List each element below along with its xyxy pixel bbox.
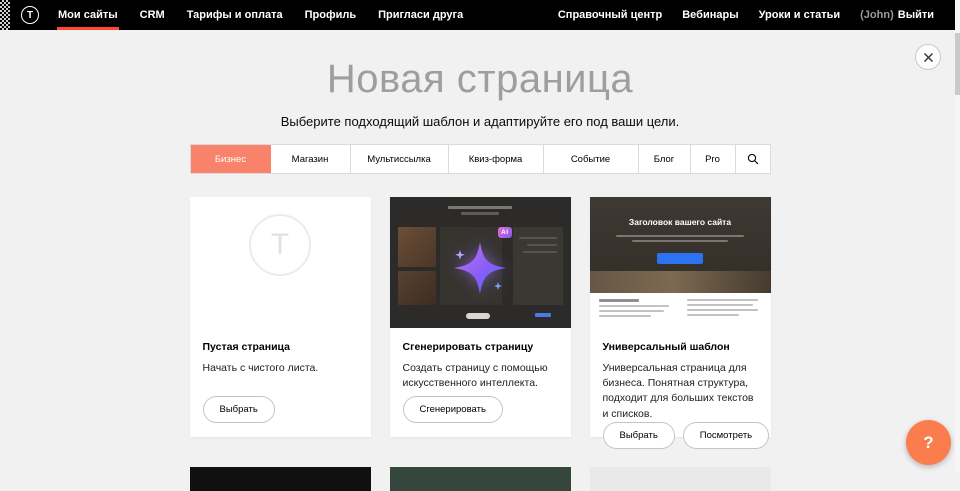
template-thumbnail-partial[interactable] xyxy=(190,467,371,491)
nav-item-crm[interactable]: CRM xyxy=(129,0,176,30)
tilda-logo-icon: T xyxy=(21,6,39,24)
tab-quiz-form[interactable]: Квиз-форма xyxy=(449,145,544,173)
tab-business[interactable]: Бизнес xyxy=(191,145,271,173)
ai-generate-thumbnail[interactable]: AI xyxy=(390,197,571,328)
nav-item-invite-friend[interactable]: Пригласи друга xyxy=(367,0,474,30)
nav-item-webinars[interactable]: Вебинары xyxy=(672,0,748,30)
template-preview-heading: Заголовок вашего сайта xyxy=(590,217,771,227)
page-title: Новая страница xyxy=(0,56,960,102)
template-thumbnail-partial[interactable] xyxy=(390,467,571,491)
collage-text-bar xyxy=(448,206,512,209)
card-actions: Сгенерировать xyxy=(403,396,558,423)
card-description: Универсальная страница для бизнеса. Поня… xyxy=(603,361,758,422)
generate-button[interactable]: Сгенерировать xyxy=(403,396,503,423)
nav-item-tariffs[interactable]: Тарифы и оплата xyxy=(176,0,294,30)
close-button[interactable] xyxy=(915,44,941,70)
page-subtitle: Выберите подходящий шаблон и адаптируйте… xyxy=(0,114,960,129)
preview-text-column xyxy=(599,299,674,322)
nav-item-help-center[interactable]: Справочный центр xyxy=(548,0,672,30)
tab-blog[interactable]: Блог xyxy=(639,145,691,173)
tab-event[interactable]: Событие xyxy=(544,145,639,173)
tilda-watermark-icon: T xyxy=(249,214,311,276)
question-icon: ? xyxy=(923,433,933,453)
search-icon xyxy=(747,153,759,165)
template-cards-row: T Пустая страница Начать с чистого листа… xyxy=(190,197,771,437)
collage-photo xyxy=(398,227,436,267)
choose-blank-button[interactable]: Выбрать xyxy=(203,396,275,423)
template-cards-row-2 xyxy=(190,467,771,491)
collage-line xyxy=(519,237,557,239)
card-title: Сгенерировать страницу xyxy=(403,341,558,353)
card-blank-page: T Пустая страница Начать с чистого листа… xyxy=(190,197,371,437)
nav-item-profile[interactable]: Профиль xyxy=(294,0,367,30)
scrollbar-thumb[interactable] xyxy=(955,33,960,95)
collage-line xyxy=(527,244,557,246)
collage-line xyxy=(523,251,557,253)
preview-cta-button xyxy=(657,253,703,264)
card-actions: Выбрать Посмотреть xyxy=(603,422,758,449)
card-description: Начать с чистого листа. xyxy=(203,361,358,376)
nav-item-lessons[interactable]: Уроки и статьи xyxy=(749,0,851,30)
template-category-tabs: Бизнес Магазин Мультиссылка Квиз-форма С… xyxy=(190,144,771,174)
tab-search[interactable] xyxy=(736,145,770,173)
tilda-logo[interactable]: T xyxy=(21,0,39,30)
preview-text-line xyxy=(632,240,728,242)
top-navbar: T Мои сайты CRM Тарифы и оплата Профиль … xyxy=(0,0,960,30)
collage-blue-bar xyxy=(535,313,551,317)
preview-photo-band xyxy=(590,271,771,293)
template-preview-text-section xyxy=(590,293,771,328)
card-title: Универсальный шаблон xyxy=(603,341,758,353)
universal-template-thumbnail[interactable]: Заголовок вашего сайта xyxy=(590,197,771,328)
nav-item-logout[interactable]: (John) Выйти xyxy=(850,0,944,30)
collage-button-shape xyxy=(466,313,490,319)
scrollbar-track[interactable] xyxy=(955,0,960,472)
corner-pattern xyxy=(0,0,10,30)
blank-page-thumbnail[interactable]: T xyxy=(190,197,371,328)
preview-text-line xyxy=(616,235,744,237)
template-thumbnail-partial[interactable] xyxy=(590,467,771,491)
username: (John) xyxy=(860,9,894,21)
collage-photo xyxy=(398,271,436,305)
card-actions: Выбрать xyxy=(203,396,358,423)
collage-text-bar xyxy=(461,212,499,215)
card-description: Создать страницу с помощью искусственног… xyxy=(403,361,558,391)
help-button[interactable]: ? xyxy=(906,420,951,465)
ai-sparkle-icon xyxy=(444,232,516,304)
card-universal-template: Заголовок вашего сайта Универсальный шаб… xyxy=(590,197,771,437)
nav-right: Справочный центр Вебинары Уроки и статьи… xyxy=(548,0,960,30)
logout-label: Выйти xyxy=(898,9,934,21)
template-preview-hero: Заголовок вашего сайта xyxy=(590,197,771,293)
choose-template-button[interactable]: Выбрать xyxy=(603,422,675,449)
tab-pro[interactable]: Pro xyxy=(691,145,736,173)
card-body: Универсальный шаблон Универсальная стран… xyxy=(590,328,771,463)
tab-shop[interactable]: Магазин xyxy=(271,145,351,173)
close-icon xyxy=(923,52,934,63)
preview-text-column xyxy=(687,299,762,322)
card-body: Сгенерировать страницу Создать страницу … xyxy=(390,328,571,437)
card-ai-generate: AI Сгенерировать страницу Создать страни… xyxy=(390,197,571,437)
nav-item-my-sites[interactable]: Мои сайты xyxy=(47,0,129,30)
tab-multilink[interactable]: Мультиссылка xyxy=(351,145,449,173)
card-body: Пустая страница Начать с чистого листа. … xyxy=(190,328,371,437)
view-template-button[interactable]: Посмотреть xyxy=(683,422,769,449)
nav-left: Мои сайты CRM Тарифы и оплата Профиль Пр… xyxy=(47,0,474,30)
card-title: Пустая страница xyxy=(203,341,358,353)
ai-badge: AI xyxy=(498,227,512,238)
